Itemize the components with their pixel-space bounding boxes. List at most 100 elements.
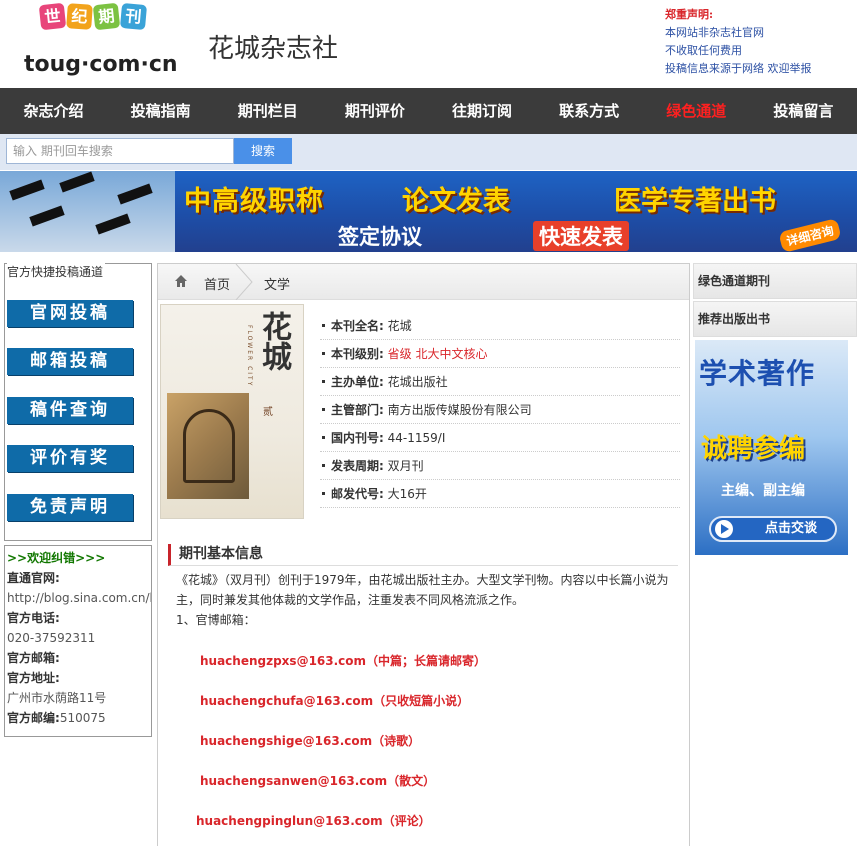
info-value: 省级 北大中文核心 bbox=[387, 347, 488, 361]
journal-info-list: 本刊全名: 花城 本刊级别: 省级 北大中文核心 主办单位: 花城出版社 主管部… bbox=[320, 312, 680, 508]
journal-intro: 《花城》（双月刊）创刊于1979年，由花城出版社主办。大型文学刊物。内容以中长篇… bbox=[176, 570, 681, 630]
graduation-cap-icon bbox=[117, 183, 153, 205]
main-content: 首页 文学 花城 FLOWER CITY 贰 本刊全名: 花城 本刊级别: 省级… bbox=[157, 263, 690, 846]
email-submit-button[interactable]: 邮箱投稿 bbox=[7, 348, 133, 375]
info-label: 邮发代号: bbox=[331, 487, 384, 501]
manuscript-query-button[interactable]: 稿件查询 bbox=[7, 397, 133, 424]
nav-item-evaluation[interactable]: 期刊评价 bbox=[321, 88, 428, 134]
emails-heading: 1、官博邮箱： bbox=[176, 613, 256, 627]
disclaimer-button[interactable]: 免责声明 bbox=[7, 494, 133, 521]
bullet-icon bbox=[322, 324, 325, 327]
graduation-cap-icon bbox=[29, 205, 65, 227]
breadcrumb: 首页 文学 bbox=[158, 264, 689, 300]
ad-headline: 学术著作 bbox=[699, 357, 816, 390]
email-link[interactable]: huachengsanwen@163.com（散文） bbox=[200, 772, 435, 789]
breadcrumb-separator-icon bbox=[235, 264, 253, 300]
search-bar: 输入 期刊回车搜索 搜索 bbox=[0, 134, 857, 170]
site-logo[interactable]: 世 纪 期 刊 toug·com·cn bbox=[24, 2, 184, 82]
phone-label: 官方电话: bbox=[7, 611, 60, 625]
banner-text: 论文发表 bbox=[402, 186, 510, 217]
info-label: 国内刊号: bbox=[331, 431, 384, 445]
nav-item-guide[interactable]: 投稿指南 bbox=[107, 88, 214, 134]
zip-value: 510075 bbox=[59, 711, 106, 725]
ad-subheadline: 诚聘参编 bbox=[701, 434, 806, 464]
cover-subtitle: FLOWER CITY bbox=[246, 325, 253, 388]
info-label: 发表周期: bbox=[331, 459, 384, 473]
right-sidebar: 绿色通道期刊 推荐出版出书 学术著作 诚聘参编 主编、副主编 点击交谈 bbox=[693, 263, 857, 555]
info-value: 44-1159/I bbox=[387, 431, 446, 445]
email-link[interactable]: huachengpinglun@163.com（评论） bbox=[196, 812, 431, 829]
breadcrumb-home[interactable]: 首页 bbox=[204, 274, 230, 293]
bullet-icon bbox=[322, 436, 325, 439]
zip-label: 官方邮编: bbox=[7, 711, 60, 725]
logo-badges: 世 纪 期 刊 bbox=[38, 2, 148, 31]
academic-book-ad[interactable]: 学术著作 诚聘参编 主编、副主编 点击交谈 bbox=[695, 340, 848, 555]
search-button[interactable]: 搜索 bbox=[234, 138, 292, 164]
info-label: 本刊级别: bbox=[331, 347, 384, 361]
ad-roles: 主编、副主编 bbox=[721, 483, 805, 499]
info-row-issn: 国内刊号: 44-1159/I bbox=[320, 424, 680, 452]
quick-submit-title: 官方快捷投稿通道 bbox=[7, 263, 106, 280]
banner-text: 签定协议 bbox=[338, 225, 422, 249]
email-link[interactable]: huachengzpxs@163.com（中篇；长篇请邮寄） bbox=[200, 652, 486, 669]
contact-panel: >>欢迎纠错>>> 直通官网: http://blog.sina.com.cn/… bbox=[4, 545, 152, 737]
play-arrow-icon bbox=[715, 520, 733, 538]
bullet-icon bbox=[322, 492, 325, 495]
info-label: 主管部门: bbox=[331, 403, 384, 417]
info-value: 大16开 bbox=[387, 487, 427, 501]
logo-badge: 刊 bbox=[119, 2, 148, 31]
nav-item-contact[interactable]: 联系方式 bbox=[536, 88, 643, 134]
banner-text: 医学专著出书 bbox=[614, 186, 776, 217]
website-label: 直通官网: bbox=[7, 571, 60, 585]
graduation-cap-icon bbox=[95, 213, 131, 235]
notice-title: 郑重声明: bbox=[665, 8, 714, 21]
graduation-cap-icon bbox=[59, 171, 95, 193]
info-row-authority: 主管部门: 南方出版传媒股份有限公司 bbox=[320, 396, 680, 424]
address-value: 广州市水荫路11号 bbox=[7, 691, 107, 705]
site-header: 世 纪 期 刊 toug·com·cn 花城杂志社 郑重声明: 本网站非杂志社官… bbox=[0, 0, 857, 88]
website-link[interactable]: http://blog.sina.com.cn/hua bbox=[7, 588, 151, 608]
info-row-full-name: 本刊全名: 花城 bbox=[320, 312, 680, 340]
nav-item-columns[interactable]: 期刊栏目 bbox=[214, 88, 321, 134]
logo-badge: 纪 bbox=[66, 3, 93, 30]
journal-cover-image: 花城 FLOWER CITY 贰 bbox=[160, 304, 304, 519]
breadcrumb-current[interactable]: 文学 bbox=[264, 274, 290, 293]
review-reward-button[interactable]: 评价有奖 bbox=[7, 445, 133, 472]
cover-artwork-frame bbox=[183, 409, 235, 483]
section-title: 期刊基本信息 bbox=[168, 544, 678, 566]
banner-text: 中高级职称 bbox=[184, 186, 324, 217]
email-link[interactable]: huachengchufa@163.com（只收短篇小说） bbox=[200, 692, 469, 709]
bullet-icon bbox=[322, 408, 325, 411]
info-row-level: 本刊级别: 省级 北大中文核心 bbox=[320, 340, 680, 368]
disclaimer-notice: 郑重声明: 本网站非杂志社官网 不收取任何费用 投稿信息来源于网络 欢迎举报 bbox=[665, 6, 857, 78]
info-value: 花城出版社 bbox=[387, 375, 448, 389]
notice-line: 本网站非杂志社官网 bbox=[665, 26, 764, 39]
nav-item-message[interactable]: 投稿留言 bbox=[750, 88, 857, 134]
search-input[interactable]: 输入 期刊回车搜索 bbox=[6, 138, 234, 164]
home-icon bbox=[175, 275, 187, 287]
banner-cta[interactable]: 详细咨询 bbox=[778, 218, 842, 252]
email-link[interactable]: huachengshige@163.com（诗歌） bbox=[200, 732, 420, 749]
banner-text: 快速发表 bbox=[533, 221, 629, 251]
bullet-icon bbox=[322, 380, 325, 383]
info-value: 双月刊 bbox=[387, 459, 424, 473]
nav-item-subscribe[interactable]: 往期订阅 bbox=[429, 88, 536, 134]
official-submit-button[interactable]: 官网投稿 bbox=[7, 300, 133, 327]
info-value: 南方出版传媒股份有限公司 bbox=[387, 403, 532, 417]
logo-domain: toug·com·cn bbox=[24, 52, 178, 77]
nav-item-intro[interactable]: 杂志介绍 bbox=[0, 88, 107, 134]
phone-value: 020-37592311 bbox=[7, 631, 96, 645]
promo-banner[interactable]: 中高级职称 论文发表 医学专著出书 签定协议 快速发表 详细咨询 bbox=[0, 171, 857, 252]
info-label: 本刊全名: bbox=[331, 319, 384, 333]
logo-badge: 期 bbox=[92, 2, 121, 31]
site-title: 花城杂志社 bbox=[208, 34, 339, 64]
notice-line: 投稿信息来源于网络 欢迎举报 bbox=[665, 62, 812, 75]
intro-paragraph: 《花城》（双月刊）创刊于1979年，由花城出版社主办。大型文学刊物。内容以中长篇… bbox=[176, 573, 669, 607]
chat-button[interactable]: 点击交谈 bbox=[709, 516, 837, 542]
nav-item-green-channel[interactable]: 绿色通道 bbox=[643, 88, 750, 134]
info-row-sponsor: 主办单位: 花城出版社 bbox=[320, 368, 680, 396]
bullet-icon bbox=[322, 464, 325, 467]
green-channel-title: 绿色通道期刊 bbox=[693, 263, 857, 299]
address-label: 官方地址: bbox=[7, 671, 60, 685]
info-row-cycle: 发表周期: 双月刊 bbox=[320, 452, 680, 480]
